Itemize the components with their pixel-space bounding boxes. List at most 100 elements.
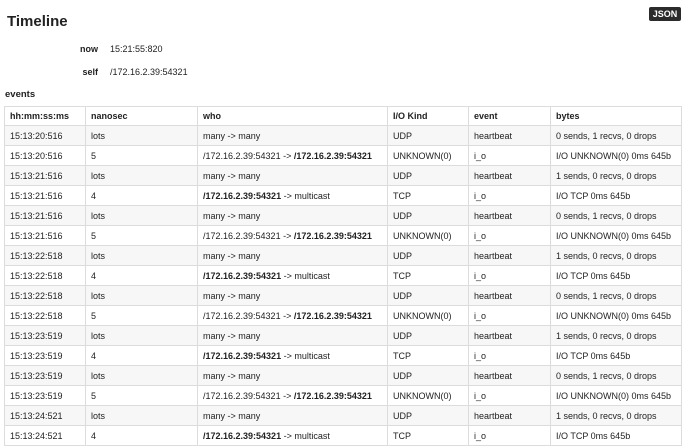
table-row: 15:13:24:521 4/172.16.2.39:54321 -> multi… (4, 425, 682, 446)
cell-io-kind: UDP (387, 205, 469, 226)
cell-who: /172.16.2.39:54321 -> /172.16.2.39:54321 (197, 145, 388, 166)
cell-event: heartbeat (468, 405, 551, 426)
cell-time: 15:13:22:518 (4, 285, 86, 306)
cell-time: 15:13:23:519 (4, 385, 86, 406)
who-segment: /172.16.2.39:54321 (293, 390, 372, 401)
column-header-time: hh:mm:ss:ms (4, 106, 86, 126)
table-row: 15:13:22:518 lots many -> many UDP heartbeat… (4, 285, 682, 306)
now-label: now (80, 44, 98, 54)
who-segment: /172.16.2.39:54321 -> (203, 150, 294, 161)
column-header-event: event (468, 106, 551, 126)
cell-who: /172.16.2.39:54321 -> multicast (197, 345, 388, 366)
cell-io-kind: TCP (387, 185, 469, 206)
cell-who: /172.16.2.39:54321 -> multicast (197, 185, 388, 206)
table-row: 15:13:23:519 lots many -> many UDP heartbeat… (4, 325, 682, 346)
cell-nanosec: lots (85, 165, 198, 186)
cell-event: i_o (468, 225, 551, 246)
table-row: 15:13:23:519 4/172.16.2.39:54321 -> multi… (4, 345, 682, 366)
cell-time: 15:13:24:521 (4, 425, 86, 446)
cell-event: heartbeat (468, 245, 551, 266)
table-row: 15:13:21:516 5/172.16.2.39:54321 -> /172.… (4, 225, 682, 246)
who-segment: many -> many (203, 410, 261, 421)
cell-event: i_o (468, 425, 551, 446)
who-segment: -> multicast (281, 190, 330, 201)
now-value: 15:21:55:820 (110, 44, 163, 54)
cell-time: 15:13:20:516 (4, 125, 86, 146)
cell-io-kind: TCP (387, 265, 469, 286)
cell-who: many -> many (197, 165, 388, 186)
who-segment: /172.16.2.39:54321 (203, 430, 282, 441)
cell-nanosec: 5 (85, 305, 198, 326)
who-segment: -> multicast (281, 270, 330, 281)
cell-who: many -> many (197, 205, 388, 226)
self-label: self (82, 67, 98, 77)
column-header-bytes: bytes (550, 106, 682, 126)
cell-bytes: 0 sends, 1 recvs, 0 drops (550, 125, 682, 146)
cell-bytes: I/O UNKNOWN(0) 0ms 645b (550, 225, 682, 246)
cell-nanosec: 5 (85, 225, 198, 246)
cell-nanosec: lots (85, 285, 198, 306)
table-row: 15:13:21:516 lots many -> many UDP heartbeat… (4, 165, 682, 186)
self-value: /172.16.2.39:54321 (110, 67, 188, 77)
who-segment: many -> many (203, 210, 261, 221)
cell-bytes: 1 sends, 0 recvs, 0 drops (550, 245, 682, 266)
who-segment: -> multicast (281, 350, 330, 361)
cell-event: heartbeat (468, 165, 551, 186)
cell-nanosec: lots (85, 365, 198, 386)
who-segment: /172.16.2.39:54321 (293, 150, 372, 161)
cell-io-kind: UNKNOWN(0) (387, 145, 469, 166)
cell-io-kind: UDP (387, 245, 469, 266)
cell-who: /172.16.2.39:54321 -> multicast (197, 265, 388, 286)
events-table-body: 15:13:20:516 lots many -> many UDP heartbeat… (4, 125, 682, 446)
cell-event: heartbeat (468, 205, 551, 226)
cell-bytes: 1 sends, 0 recvs, 0 drops (550, 325, 682, 346)
cell-bytes: 1 sends, 0 recvs, 0 drops (550, 165, 682, 186)
cell-time: 15:13:23:519 (4, 365, 86, 386)
table-row: 15:13:20:516 5/172.16.2.39:54321 -> /172.… (4, 145, 682, 166)
page-title: Timeline (7, 13, 68, 30)
cell-event: heartbeat (468, 125, 551, 146)
cell-event: i_o (468, 385, 551, 406)
who-segment: /172.16.2.39:54321 -> (203, 310, 294, 321)
cell-bytes: 0 sends, 1 recvs, 0 drops (550, 365, 682, 386)
cell-time: 15:13:21:516 (4, 225, 86, 246)
table-row: 15:13:21:516 4/172.16.2.39:54321 -> multi… (4, 185, 682, 206)
cell-event: heartbeat (468, 325, 551, 346)
events-table: hh:mm:ss:ms nanosec who I/O Kind event b… (4, 106, 682, 446)
cell-time: 15:13:21:516 (4, 165, 86, 186)
cell-bytes: 0 sends, 1 recvs, 0 drops (550, 285, 682, 306)
table-row: 15:13:22:518 lots many -> many UDP heartbeat… (4, 245, 682, 266)
events-section-label: events (5, 89, 36, 100)
table-row: 15:13:21:516 lots many -> many UDP heartbeat… (4, 205, 682, 226)
who-segment: many -> many (203, 250, 261, 261)
table-header-row: hh:mm:ss:ms nanosec who I/O Kind event b… (4, 106, 682, 126)
cell-io-kind: UNKNOWN(0) (387, 385, 469, 406)
who-segment: many -> many (203, 330, 261, 341)
cell-who: many -> many (197, 325, 388, 346)
who-segment: many -> many (203, 130, 261, 141)
who-segment: /172.16.2.39:54321 (203, 270, 282, 281)
cell-nanosec: 5 (85, 385, 198, 406)
json-button[interactable]: JSON (649, 7, 681, 21)
cell-who: many -> many (197, 245, 388, 266)
cell-io-kind: TCP (387, 345, 469, 366)
who-segment: /172.16.2.39:54321 (203, 190, 282, 201)
column-header-io-kind: I/O Kind (387, 106, 469, 126)
cell-nanosec: 4 (85, 185, 198, 206)
cell-time: 15:13:21:516 (4, 205, 86, 226)
cell-io-kind: UDP (387, 285, 469, 306)
cell-bytes: I/O UNKNOWN(0) 0ms 645b (550, 145, 682, 166)
who-segment: /172.16.2.39:54321 -> (203, 230, 294, 241)
cell-nanosec: lots (85, 405, 198, 426)
cell-io-kind: UDP (387, 325, 469, 346)
cell-io-kind: UDP (387, 165, 469, 186)
who-segment: -> multicast (281, 430, 330, 441)
table-row: 15:13:23:519 lots many -> many UDP heartbeat… (4, 365, 682, 386)
cell-who: many -> many (197, 285, 388, 306)
cell-bytes: I/O UNKNOWN(0) 0ms 645b (550, 385, 682, 406)
table-row: 15:13:20:516 lots many -> many UDP heartbeat… (4, 125, 682, 146)
cell-event: i_o (468, 145, 551, 166)
who-segment: many -> many (203, 370, 261, 381)
cell-io-kind: UNKNOWN(0) (387, 305, 469, 326)
cell-time: 15:13:20:516 (4, 145, 86, 166)
